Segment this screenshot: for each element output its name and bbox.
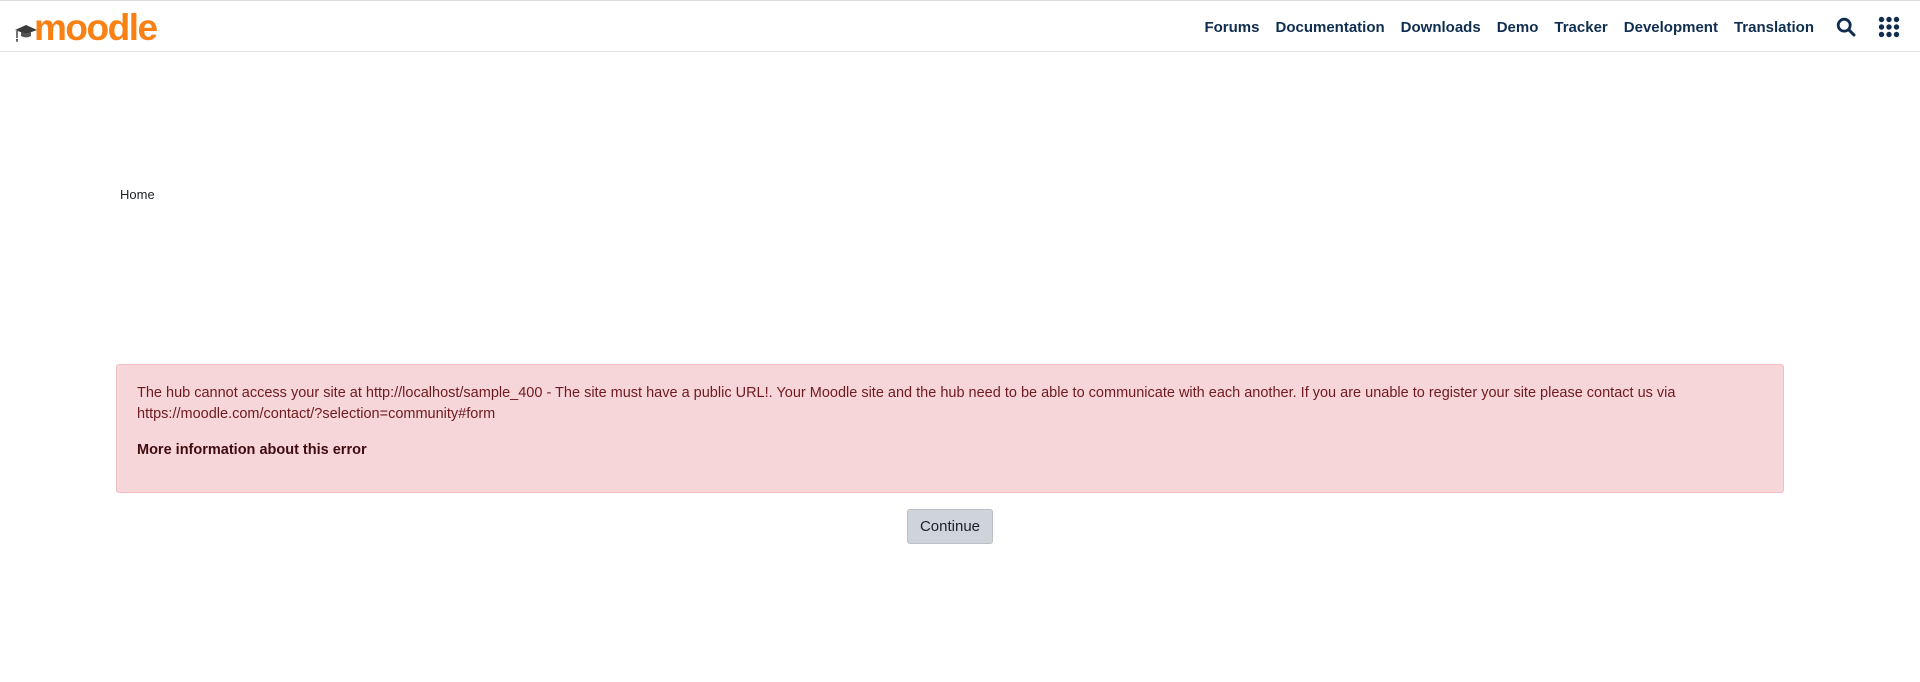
error-message: The hub cannot access your site at http:… <box>137 385 1676 422</box>
main-nav: Forums Documentation Downloads Demo Trac… <box>1204 1 1900 53</box>
nav-documentation[interactable]: Documentation <box>1276 19 1385 36</box>
nav-translation[interactable]: Translation <box>1734 19 1814 36</box>
nav-demo[interactable]: Demo <box>1497 19 1539 36</box>
logo-text: moodle <box>34 7 158 48</box>
breadcrumb-home[interactable]: Home <box>120 187 155 202</box>
more-info-link[interactable]: More information about this error <box>137 440 367 461</box>
breadcrumb: Home <box>120 187 155 202</box>
error-alert: The hub cannot access your site at http:… <box>116 364 1784 493</box>
page: moodle Forums Documentation Downloads De… <box>0 0 1920 682</box>
search-icon[interactable] <box>1836 17 1856 37</box>
nav-forums[interactable]: Forums <box>1204 19 1259 36</box>
continue-button[interactable]: Continue <box>907 509 993 544</box>
apps-grid-icon[interactable] <box>1878 16 1900 38</box>
site-header: moodle Forums Documentation Downloads De… <box>0 0 1920 52</box>
nav-tracker[interactable]: Tracker <box>1554 19 1607 36</box>
moodle-logo[interactable]: moodle <box>14 7 158 48</box>
nav-development[interactable]: Development <box>1624 19 1718 36</box>
nav-downloads[interactable]: Downloads <box>1401 19 1481 36</box>
